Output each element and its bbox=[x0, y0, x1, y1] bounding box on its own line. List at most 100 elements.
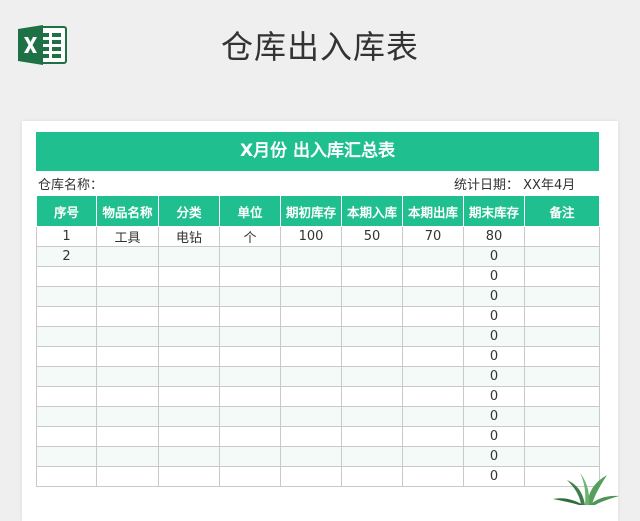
table-cell[interactable] bbox=[96, 286, 159, 307]
table-cell[interactable]: 0 bbox=[463, 446, 525, 467]
table-cell[interactable] bbox=[96, 406, 159, 427]
table-cell[interactable] bbox=[96, 446, 159, 467]
table-cell[interactable] bbox=[158, 466, 220, 487]
table-cell[interactable] bbox=[158, 426, 220, 447]
table-cell[interactable] bbox=[96, 466, 159, 487]
table-cell[interactable] bbox=[341, 306, 403, 327]
table-cell[interactable] bbox=[219, 366, 281, 387]
table-cell[interactable] bbox=[341, 426, 403, 447]
table-cell[interactable] bbox=[96, 246, 159, 267]
table-cell[interactable] bbox=[402, 306, 464, 327]
table-cell[interactable] bbox=[280, 346, 342, 367]
table-cell[interactable]: 0 bbox=[463, 406, 525, 427]
table-cell[interactable]: 0 bbox=[463, 426, 525, 447]
table-cell[interactable] bbox=[219, 446, 281, 467]
table-cell[interactable] bbox=[219, 326, 281, 347]
table-cell[interactable] bbox=[36, 306, 97, 327]
table-cell[interactable] bbox=[36, 366, 97, 387]
table-cell[interactable] bbox=[36, 286, 97, 307]
table-cell[interactable] bbox=[524, 366, 600, 387]
table-cell[interactable] bbox=[402, 446, 464, 467]
table-cell[interactable] bbox=[402, 286, 464, 307]
table-cell[interactable] bbox=[158, 406, 220, 427]
table-cell[interactable] bbox=[341, 466, 403, 487]
table-cell[interactable] bbox=[524, 346, 600, 367]
table-cell[interactable] bbox=[524, 426, 600, 447]
table-cell[interactable] bbox=[280, 406, 342, 427]
table-cell[interactable] bbox=[219, 406, 281, 427]
table-cell[interactable] bbox=[280, 426, 342, 447]
table-cell[interactable] bbox=[341, 346, 403, 367]
table-cell[interactable] bbox=[524, 406, 600, 427]
table-cell[interactable] bbox=[219, 306, 281, 327]
table-cell[interactable] bbox=[158, 386, 220, 407]
table-cell[interactable] bbox=[280, 266, 342, 287]
table-cell[interactable] bbox=[341, 286, 403, 307]
table-cell[interactable] bbox=[158, 246, 220, 267]
table-cell[interactable] bbox=[524, 286, 600, 307]
table-cell[interactable] bbox=[341, 446, 403, 467]
table-cell[interactable] bbox=[158, 286, 220, 307]
table-cell[interactable]: 1 bbox=[36, 226, 97, 247]
table-cell[interactable]: 0 bbox=[463, 286, 525, 307]
table-cell[interactable]: 80 bbox=[463, 226, 525, 247]
table-cell[interactable] bbox=[402, 406, 464, 427]
table-cell[interactable] bbox=[36, 426, 97, 447]
table-cell[interactable] bbox=[524, 246, 600, 267]
table-cell[interactable] bbox=[96, 306, 159, 327]
table-cell[interactable] bbox=[402, 466, 464, 487]
table-cell[interactable] bbox=[96, 326, 159, 347]
table-cell[interactable] bbox=[219, 426, 281, 447]
table-cell[interactable]: 电钻 bbox=[158, 226, 220, 247]
table-cell[interactable] bbox=[158, 366, 220, 387]
table-cell[interactable] bbox=[158, 346, 220, 367]
table-cell[interactable]: 0 bbox=[463, 386, 525, 407]
table-cell[interactable] bbox=[96, 266, 159, 287]
table-cell[interactable] bbox=[341, 266, 403, 287]
table-cell[interactable] bbox=[36, 446, 97, 467]
table-cell[interactable] bbox=[36, 466, 97, 487]
table-cell[interactable] bbox=[280, 386, 342, 407]
table-cell[interactable]: 工具 bbox=[96, 226, 159, 247]
table-cell[interactable] bbox=[341, 246, 403, 267]
table-cell[interactable]: 2 bbox=[36, 246, 97, 267]
table-cell[interactable] bbox=[524, 226, 600, 247]
table-cell[interactable] bbox=[402, 346, 464, 367]
table-cell[interactable] bbox=[280, 466, 342, 487]
table-cell[interactable] bbox=[524, 306, 600, 327]
table-cell[interactable]: 100 bbox=[280, 226, 342, 247]
table-cell[interactable] bbox=[341, 406, 403, 427]
table-cell[interactable]: 0 bbox=[463, 346, 525, 367]
table-cell[interactable] bbox=[219, 346, 281, 367]
table-cell[interactable]: 50 bbox=[341, 226, 403, 247]
table-cell[interactable] bbox=[96, 366, 159, 387]
table-cell[interactable] bbox=[280, 286, 342, 307]
table-cell[interactable]: 0 bbox=[463, 246, 525, 267]
table-cell[interactable]: 0 bbox=[463, 366, 525, 387]
table-cell[interactable]: 0 bbox=[463, 306, 525, 327]
table-cell[interactable]: 0 bbox=[463, 466, 525, 487]
table-cell[interactable] bbox=[96, 386, 159, 407]
table-cell[interactable] bbox=[402, 366, 464, 387]
table-cell[interactable] bbox=[158, 306, 220, 327]
table-cell[interactable] bbox=[219, 386, 281, 407]
table-cell[interactable] bbox=[219, 466, 281, 487]
table-cell[interactable] bbox=[280, 446, 342, 467]
table-cell[interactable] bbox=[524, 326, 600, 347]
table-cell[interactable] bbox=[219, 286, 281, 307]
table-cell[interactable] bbox=[96, 426, 159, 447]
table-cell[interactable] bbox=[158, 326, 220, 347]
table-cell[interactable] bbox=[402, 426, 464, 447]
table-cell[interactable] bbox=[280, 246, 342, 267]
table-cell[interactable] bbox=[36, 406, 97, 427]
table-cell[interactable]: 0 bbox=[463, 326, 525, 347]
table-cell[interactable] bbox=[524, 386, 600, 407]
table-cell[interactable] bbox=[402, 246, 464, 267]
table-cell[interactable] bbox=[158, 446, 220, 467]
table-cell[interactable] bbox=[219, 246, 281, 267]
table-cell[interactable] bbox=[524, 266, 600, 287]
table-cell[interactable] bbox=[280, 366, 342, 387]
table-cell[interactable]: 0 bbox=[463, 266, 525, 287]
table-cell[interactable]: 个 bbox=[219, 226, 281, 247]
table-cell[interactable] bbox=[280, 306, 342, 327]
